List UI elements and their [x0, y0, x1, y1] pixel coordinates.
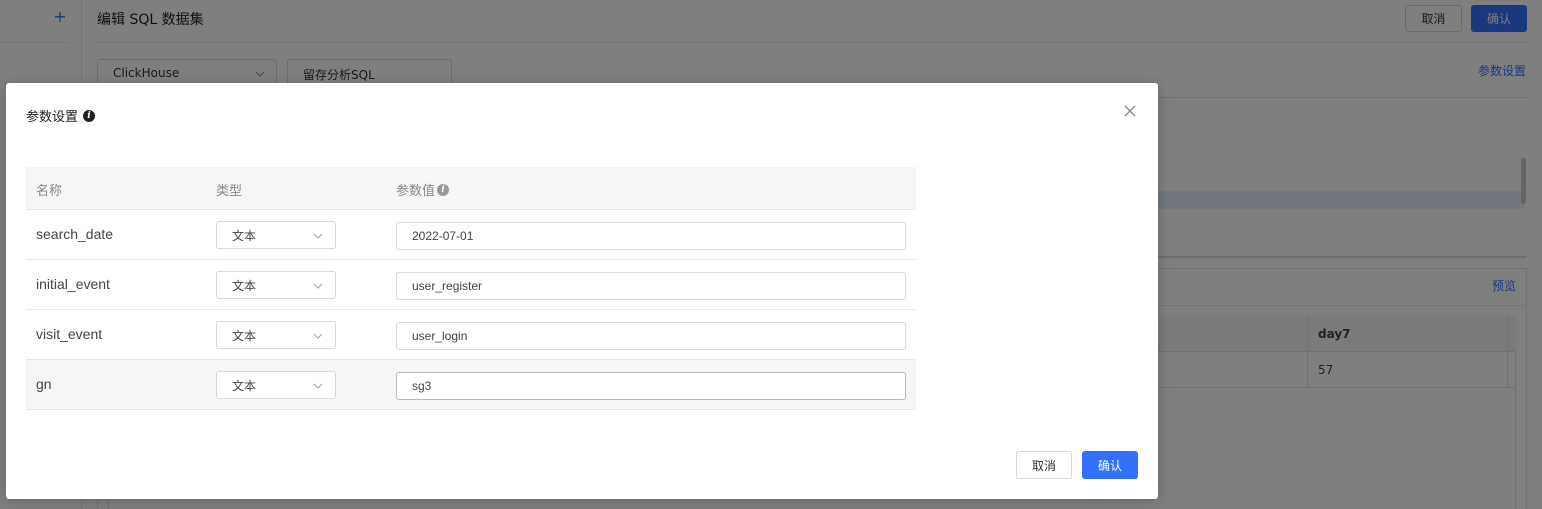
- close-icon[interactable]: [1123, 104, 1137, 118]
- table-row: visit_event 文本: [26, 310, 916, 360]
- info-icon[interactable]: i: [83, 109, 96, 122]
- confirm-button[interactable]: 确认: [1082, 451, 1138, 479]
- page: + 编辑 SQL 数据集 取消 确认 ClickHouse 留存分析SQL 参数…: [0, 0, 1542, 509]
- param-type-select[interactable]: 文本: [216, 371, 336, 399]
- cancel-button[interactable]: 取消: [1016, 451, 1072, 479]
- column-header-value: 参数值 i: [396, 180, 450, 199]
- param-type-select[interactable]: 文本: [216, 321, 336, 349]
- params-modal: 参数设置 i 名称 类型 参数值 i search_date 文本 2022-0…: [6, 83, 1158, 499]
- table-row: initial_event 文本: [26, 260, 916, 310]
- param-value-input[interactable]: [396, 222, 906, 250]
- params-table: 名称 类型 参数值 i search_date 文本 initial_event: [26, 167, 916, 410]
- param-type-select[interactable]: 文本: [216, 271, 336, 299]
- param-name: search_date: [36, 226, 114, 242]
- column-header-type: 类型: [216, 184, 243, 199]
- param-value-input[interactable]: [396, 322, 906, 350]
- param-name: gn: [36, 376, 52, 392]
- param-type-select[interactable]: 文本: [216, 221, 336, 249]
- param-type-value: 文本: [232, 329, 257, 343]
- chevron-down-icon: [313, 283, 323, 289]
- param-type-value: 文本: [232, 379, 257, 393]
- param-type-value: 文本: [232, 279, 257, 293]
- chevron-down-icon: [313, 383, 323, 389]
- param-type-value: 文本: [232, 229, 257, 243]
- chevron-down-icon: [313, 333, 323, 339]
- table-row: search_date 文本: [26, 210, 916, 260]
- modal-title: 参数设置 i: [26, 106, 96, 125]
- param-value-input[interactable]: [396, 372, 906, 400]
- param-name: visit_event: [36, 326, 103, 342]
- param-value-input[interactable]: [396, 272, 906, 300]
- chevron-down-icon: [313, 233, 323, 239]
- params-table-header: 名称 类型 参数值 i: [26, 167, 916, 210]
- column-header-name: 名称: [36, 184, 63, 199]
- table-row: gn 文本: [26, 360, 916, 410]
- param-name: initial_event: [36, 276, 110, 292]
- modal-title-text: 参数设置: [26, 110, 79, 125]
- info-icon[interactable]: i: [437, 183, 450, 196]
